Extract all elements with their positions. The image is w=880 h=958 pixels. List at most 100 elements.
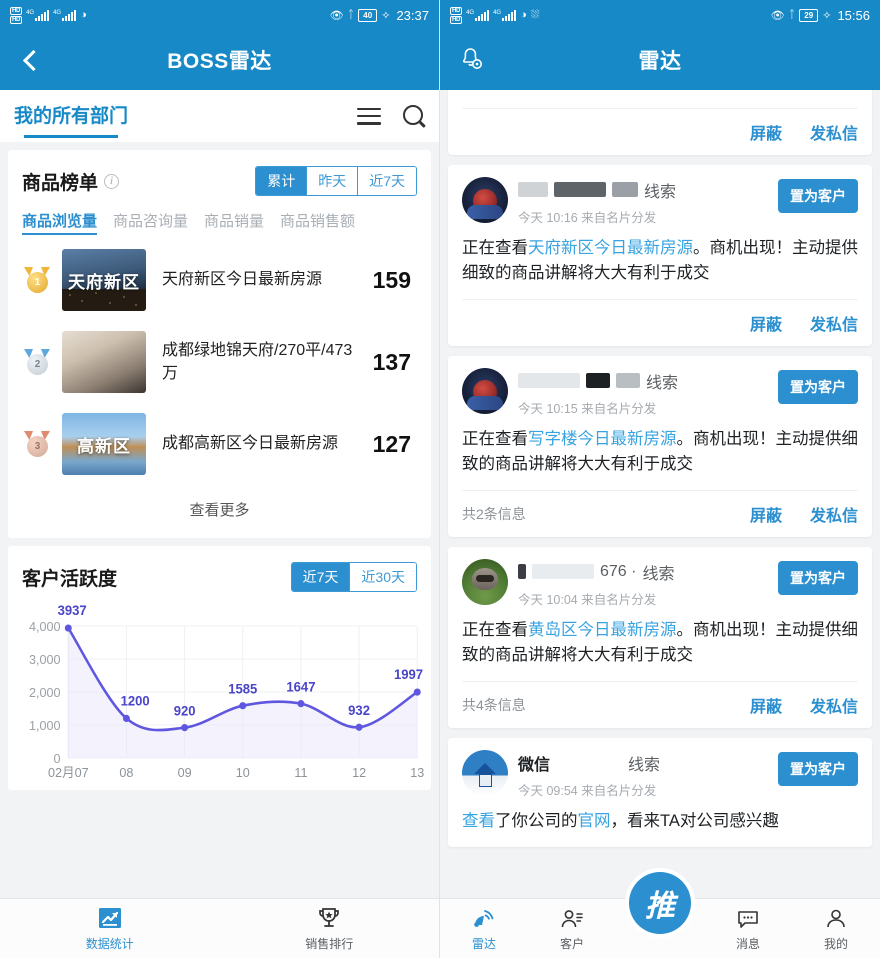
set-as-customer-button[interactable]: 置为客户 [778,369,858,404]
bluetooth-icon: ᛏ [788,9,796,21]
department-bar: 我的所有部门 [0,90,439,142]
bluetooth-icon: ᛏ [347,9,355,21]
back-button[interactable] [0,49,62,71]
department-actions [357,105,425,127]
hd-badge-1: HD [450,6,463,15]
feed-card[interactable]: 微信 线索 今天 09:54 来自名片分发 置为客户 查看了你公司的官网，看来T… [448,737,872,847]
send-message-button[interactable]: 发私信 [810,311,858,335]
rank-range-segmented: 累计 昨天 近7天 [255,166,417,196]
tab-label: 数据统计 [85,936,134,951]
eye-icon: 👁 [770,9,785,22]
svg-text:3,000: 3,000 [29,652,61,667]
avatar[interactable] [462,558,508,605]
official-site-link[interactable]: 官网 [578,812,611,830]
avatar[interactable] [462,749,508,796]
lead-tag: 线索 [642,565,675,583]
feed-card[interactable]: 线索 今天 10:16 来自名片分发 置为客户 正在查看天府新区今日最新房源。商… [448,164,872,346]
product-link[interactable]: 天府新区今日最新房源 [528,239,693,257]
tab-radar[interactable]: 雷达 [440,906,528,952]
message-count: 共4条信息 [462,696,526,713]
table-row[interactable]: 3 高新区 成都高新区今日最新房源 127 [8,403,431,485]
tab-profile[interactable]: 我的 [792,906,880,952]
table-row[interactable]: 2 成都绿地锦天府/270平/473万 137 [8,321,431,403]
table-row[interactable]: 1 天府新区 天府新区今日最新房源 159 [8,239,431,321]
left-panel: HD HD 4G 4G ◑ 👁 ᛏ 40 ✧ 23:37 BOSS雷达 我的所有… [0,0,440,958]
tab-messages[interactable]: 消息 [704,906,792,952]
card-timestamp: 今天 10:04 来自名片分发 [518,592,657,607]
tab-customers[interactable]: 客户 [528,906,616,952]
customer-icon [559,906,585,932]
redacted-name [554,182,606,198]
status-left: HD HD 4G 4G ◑ [10,6,87,24]
rank-range-yesterday[interactable]: 昨天 [306,167,358,195]
push-fab[interactable]: 推 [629,872,691,934]
send-message-button[interactable]: 发私信 [810,693,858,717]
rank-card-title-wrap: 商品榜单 i [22,168,120,195]
card-timestamp: 今天 10:16 来自名片分发 [518,210,657,225]
card-timestamp: 今天 09:54 来自名片分发 [518,783,657,798]
product-rank-card: 商品榜单 i 累计 昨天 近7天 商品浏览量 商品咨询量 商品销量 商品销售额 [8,150,431,538]
feed-card-clipped[interactable]: 屏蔽 发私信 [448,90,872,155]
block-button[interactable]: 屏蔽 [750,311,782,335]
send-message-button[interactable]: 发私信 [810,120,858,144]
tab-product-inquiries[interactable]: 商品咨询量 [113,210,188,231]
redacted-name [616,373,640,389]
product-link[interactable]: 黄岛区今日最新房源 [528,621,677,639]
tab-product-views[interactable]: 商品浏览量 [22,210,98,235]
avatar[interactable] [462,176,508,223]
rank-range-7days[interactable]: 近7天 [357,167,416,195]
avatar[interactable] [462,367,508,414]
left-nav-bar: BOSS雷达 [0,30,439,90]
department-selector[interactable]: 我的所有部门 [14,101,128,138]
product-value: 127 [372,430,411,457]
view-link[interactable]: 查看 [462,812,495,830]
feed-card[interactable]: 线索 今天 10:15 来自名片分发 置为客户 正在查看写字楼今日最新房源。商机… [448,355,872,537]
product-name: 成都高新区今日最新房源 [162,435,339,453]
set-as-customer-button[interactable]: 置为客户 [778,178,858,213]
powersave-icon: ✧ [381,9,391,22]
wifi-icon: ◑ [520,9,527,21]
svg-text:1997: 1997 [394,667,423,682]
card-meta: 线索 今天 10:15 来自名片分发 [518,368,768,417]
svg-text:02月07: 02月07 [48,765,89,780]
info-icon[interactable]: i [104,173,120,189]
tab-product-sales[interactable]: 商品销量 [204,210,264,231]
chart-title: 客户活跃度 [22,568,118,590]
rank-list: 1 天府新区 天府新区今日最新房源 159 2 成都绿地锦天府/270平/473… [8,235,431,538]
product-thumbnail: 高新区 [62,413,146,475]
set-as-customer-button[interactable]: 置为客户 [778,560,858,595]
profile-icon [823,906,849,932]
eye-icon: 👁 [329,9,344,22]
chart-range-30days[interactable]: 近30天 [349,563,416,591]
notification-settings-button[interactable] [440,43,502,78]
tab-sales-rank[interactable]: 销售排行 [220,906,440,952]
contact-name: 微信 [518,756,551,774]
tab-product-revenue[interactable]: 商品销售额 [280,210,355,231]
hd-badge-2: HD [450,15,463,24]
hamburger-icon[interactable] [357,107,381,125]
set-as-customer-button[interactable]: 置为客户 [778,751,858,786]
status-right: 👁 ᛏ 40 ✧ 23:37 [330,8,429,23]
feed-card[interactable]: 676 · 线索 今天 10:04 来自名片分发 置为客户 正在查看黄岛区今日最… [448,546,872,728]
powersave-icon: ✧ [822,9,832,22]
battery-icon: 40 [358,8,378,22]
search-icon[interactable] [403,105,425,127]
product-thumbnail [62,331,146,393]
rank-card-header: 商品榜单 i 累计 昨天 近7天 [8,150,431,202]
tab-label: 消息 [735,936,760,951]
signal-2-icon: 4G [53,9,77,21]
send-message-button[interactable]: 发私信 [810,502,858,526]
view-more-button[interactable]: 查看更多 [8,485,431,538]
radar-feed-list[interactable]: 屏蔽 发私信 线索 今天 10:16 来自名片分发 置为客户 正在查看天府新区今… [440,90,880,898]
chart-range-7days[interactable]: 近7天 [291,563,350,591]
rank-range-cumulative[interactable]: 累计 [256,167,307,195]
message-icon [735,906,761,932]
product-link[interactable]: 写字楼今日最新房源 [528,430,677,448]
block-button[interactable]: 屏蔽 [750,120,782,144]
tab-data-stats[interactable]: 数据统计 [0,906,220,952]
card-body: 查看了你公司的官网，看来TA对公司感兴趣 [462,799,858,847]
hd-badge-1: HD [10,6,23,15]
block-button[interactable]: 屏蔽 [750,693,782,717]
body-prefix: 正在查看 [462,620,528,639]
block-button[interactable]: 屏蔽 [750,502,782,526]
